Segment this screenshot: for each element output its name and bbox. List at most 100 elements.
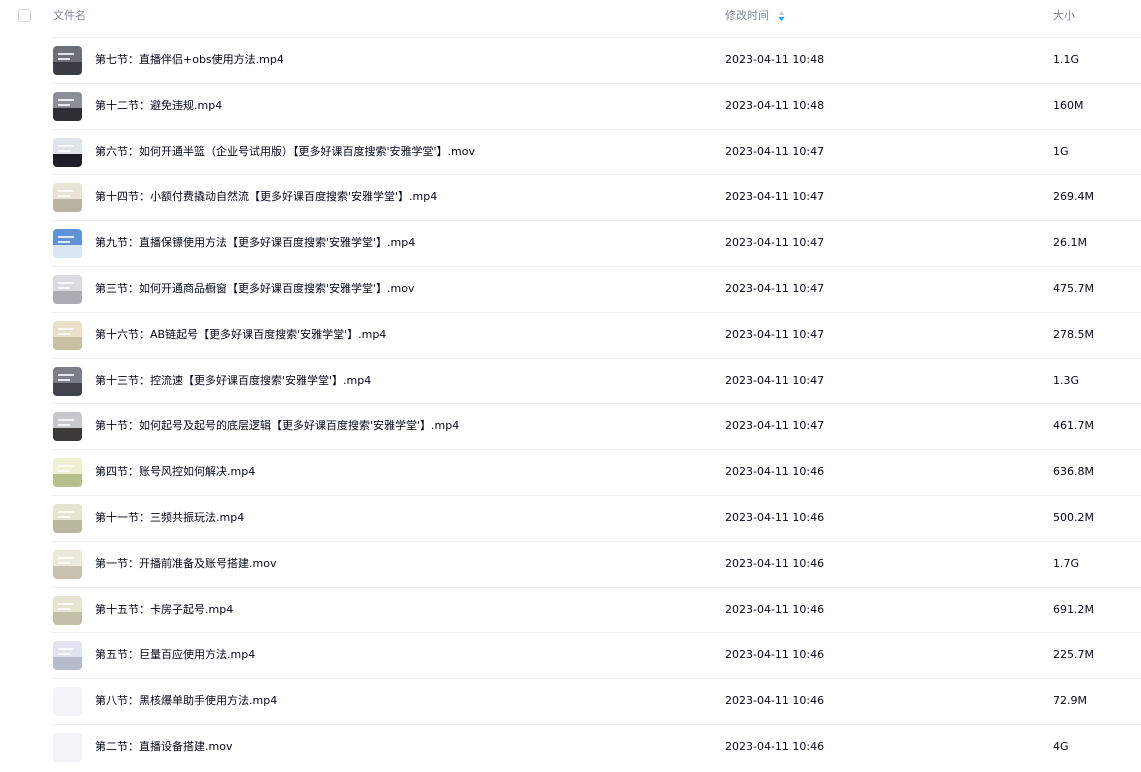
video-thumbnail[interactable] [53,137,82,167]
video-thumbnail[interactable] [53,229,82,259]
file-row[interactable]: 第十节：如何起号及起号的底层逻辑【更多好课百度搜索'安雅学堂'】.mp4 2023… [0,403,1141,449]
file-modified-time: 2023-04-11 10:47 [725,190,825,204]
video-thumbnail[interactable] [53,183,82,213]
row-divider [53,82,1141,84]
file-modified-time: 2023-04-11 10:46 [725,556,825,570]
file-size: 1.7G [1053,556,1080,570]
file-name[interactable]: 第十五节：卡房子起号.mp4 [95,602,233,618]
row-divider [53,495,1141,496]
row-divider [53,540,1141,542]
file-modified-time: 2023-04-11 10:47 [725,327,825,341]
row-divider [53,357,1141,359]
file-row[interactable]: 第五节：巨量百应使用方法.mp4 2023-04-11 10:46 225.7M [0,632,1141,678]
file-size: 1G [1053,144,1069,158]
file-name[interactable]: 第二节：直播设备搭建.mov [95,739,232,755]
file-size: 4G [1053,740,1069,753]
file-modified-time: 2023-04-11 10:46 [725,648,825,662]
file-row[interactable]: 第十二节：避免违规.mp4 2023-04-11 10:48 160M [0,82,1141,129]
file-modified-time: 2023-04-11 10:48 [725,98,825,112]
row-divider [53,128,1141,130]
file-row[interactable]: 第七节：直播伴侣+obs使用方法.mp4 2023-04-11 10:48 1.1G [0,37,1141,83]
file-name[interactable]: 第十二节：避免违规.mp4 [95,98,222,114]
row-divider [53,403,1141,405]
file-modified-time: 2023-04-11 10:46 [725,602,825,616]
column-header-modified[interactable]: 修改时间 [725,9,769,23]
file-name[interactable]: 第十六节：AB链起号【更多好课百度搜索'安雅学堂'】.mp4 [95,327,386,343]
file-row[interactable]: 第三节：如何开通商品橱窗【更多好课百度搜索'安雅学堂'】.mov 2023-04-… [0,266,1141,312]
file-size: 636.8M [1053,465,1094,479]
video-thumbnail[interactable] [53,458,82,488]
video-thumbnail[interactable] [53,641,82,671]
video-thumbnail[interactable] [53,687,82,717]
file-size: 26.1M [1053,236,1087,250]
file-size: 225.7M [1053,648,1094,662]
file-size: 278.5M [1053,327,1094,341]
row-divider [53,311,1141,313]
row-divider [53,174,1141,176]
file-size: 500.2M [1053,511,1094,524]
file-row[interactable]: 第九节：直播保镖使用方法【更多好课百度搜索'安雅学堂'】.mp4 2023-04-… [0,220,1141,266]
file-name[interactable]: 第十一节：三频共振玩法.mp4 [95,510,244,526]
file-size: 691.2M [1053,602,1094,616]
file-name[interactable]: 第十节：如何起号及起号的底层逻辑【更多好课百度搜索'安雅学堂'】.mp4 [95,418,459,434]
file-modified-time: 2023-04-11 10:46 [725,511,825,524]
video-thumbnail[interactable] [53,595,82,625]
select-all-checkbox[interactable] [18,9,31,22]
row-divider [53,37,1141,38]
file-size: 269.4M [1053,190,1094,204]
file-size: 1.1G [1053,53,1080,66]
row-divider [53,449,1141,451]
video-thumbnail[interactable] [53,91,82,121]
video-thumbnail[interactable] [53,733,82,762]
file-modified-time: 2023-04-11 10:46 [725,694,825,708]
file-name[interactable]: 第七节：直播伴侣+obs使用方法.mp4 [95,52,284,68]
file-row[interactable]: 第十五节：卡房子起号.mp4 2023-04-11 10:46 691.2M [0,586,1141,633]
file-modified-time: 2023-04-11 10:46 [725,740,825,753]
file-modified-time: 2023-04-11 10:48 [725,53,825,66]
file-row[interactable]: 第十一节：三频共振玩法.mp4 2023-04-11 10:46 500.2M [0,495,1141,541]
file-row[interactable]: 第十六节：AB链起号【更多好课百度搜索'安雅学堂'】.mp4 2023-04-11… [0,311,1141,358]
file-row[interactable]: 第一节：开播前准备及账号搭建.mov 2023-04-11 10:46 1.7G [0,540,1141,587]
video-thumbnail[interactable] [53,549,82,579]
file-row[interactable]: 第四节：账号风控如何解决.mp4 2023-04-11 10:46 636.8M [0,449,1141,495]
file-size: 160M [1053,98,1084,112]
file-size: 461.7M [1053,419,1094,433]
file-modified-time: 2023-04-11 10:47 [725,282,825,295]
file-name[interactable]: 第九节：直播保镖使用方法【更多好课百度搜索'安雅学堂'】.mp4 [95,235,415,251]
file-list-header: 文件名 修改时间 大小 [0,0,1141,32]
file-modified-time: 2023-04-11 10:47 [725,373,825,387]
file-row[interactable]: 第十四节：小额付费撬动自然流【更多好课百度搜索'安雅学堂'】.mp4 2023-0… [0,174,1141,220]
video-thumbnail[interactable] [53,275,82,304]
video-thumbnail[interactable] [53,412,82,442]
video-thumbnail[interactable] [53,320,82,350]
file-name[interactable]: 第五节：巨量百应使用方法.mp4 [95,647,255,663]
row-divider [53,678,1141,680]
sort-descending-icon[interactable] [777,9,786,23]
row-divider [53,586,1141,588]
file-size: 1.3G [1053,373,1080,387]
file-size: 72.9M [1053,694,1087,708]
file-modified-time: 2023-04-11 10:46 [725,465,825,479]
column-header-size[interactable]: 大小 [1053,9,1075,23]
file-modified-time: 2023-04-11 10:47 [725,144,825,158]
file-name[interactable]: 第十四节：小额付费撬动自然流【更多好课百度搜索'安雅学堂'】.mp4 [95,189,437,205]
file-name[interactable]: 第一节：开播前准备及账号搭建.mov [95,556,276,572]
file-modified-time: 2023-04-11 10:47 [725,419,825,433]
row-divider [53,220,1141,222]
file-row[interactable]: 第二节：直播设备搭建.mov 2023-04-11 10:46 4G [0,724,1141,770]
file-row[interactable]: 第六节：如何开通半篮（企业号试用版）【更多好课百度搜索'安雅学堂'】.mov 20… [0,128,1141,175]
row-divider [53,632,1141,634]
video-thumbnail[interactable] [53,504,82,533]
file-name[interactable]: 第三节：如何开通商品橱窗【更多好课百度搜索'安雅学堂'】.mov [95,281,415,297]
file-row[interactable]: 第八节：黑核爆单助手使用方法.mp4 2023-04-11 10:46 72.9M [0,678,1141,724]
file-name[interactable]: 第六节：如何开通半篮（企业号试用版）【更多好课百度搜索'安雅学堂'】.mov [95,144,475,160]
file-modified-time: 2023-04-11 10:47 [725,236,825,250]
file-row[interactable]: 第十三节：控流速【更多好课百度搜索'安雅学堂'】.mp4 2023-04-11 1… [0,357,1141,404]
file-name[interactable]: 第十三节：控流速【更多好课百度搜索'安雅学堂'】.mp4 [95,373,371,389]
file-name[interactable]: 第八节：黑核爆单助手使用方法.mp4 [95,693,277,709]
video-thumbnail[interactable] [53,366,82,396]
file-name[interactable]: 第四节：账号风控如何解决.mp4 [95,464,255,480]
row-divider [53,266,1141,267]
video-thumbnail[interactable] [53,46,82,75]
column-header-name[interactable]: 文件名 [53,9,86,23]
